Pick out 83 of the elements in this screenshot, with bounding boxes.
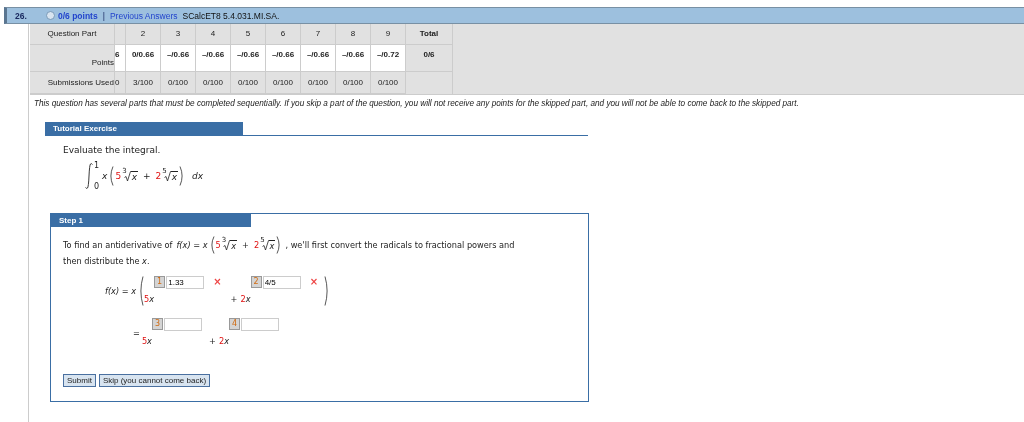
lower-limit: 0 [94,182,100,191]
exponent-input[interactable]: 1.33 [166,276,205,289]
coefficient: 5 [215,240,221,250]
equation-lead: = [133,328,140,338]
table-cell: 0/100 [335,71,371,94]
row-label: Points [30,44,115,72]
plus-sign: + [242,240,249,250]
differential: dx [192,171,204,181]
coefficient: 2 [253,240,260,250]
exponent-input[interactable] [241,318,280,331]
left-parenthesis [108,166,115,186]
section-title: Tutorial Exercise [45,122,243,135]
radical-sign [163,170,171,182]
coefficient: 5 [115,171,122,181]
table-header: 6 [265,24,301,45]
right-parenthesis [324,276,331,306]
left-parenthesis [208,236,215,254]
table-header: 8 [335,24,371,45]
table-header: 7 [300,24,336,45]
incorrect-mark: × [309,276,319,288]
math-variable: x [224,336,229,346]
table-header: 5 [230,24,266,45]
submit-button[interactable]: Submit [63,374,96,387]
coefficient: 5 [144,294,150,304]
table-header: 2 [125,24,161,45]
math-variable: x [147,336,152,346]
radicand: x [130,170,138,182]
table-cell: 6 [114,44,126,72]
radicand: x [230,239,238,251]
equation-lead: f(x) = x [105,286,137,296]
part-number: 4 [229,318,241,330]
integral-sign [85,163,93,189]
table-cell: 0/100 [160,71,196,94]
table-cell: 0/6 [405,44,453,72]
math-variable: x [149,294,155,304]
step-text: then distribute the x. [63,256,151,266]
coefficient: 2 [240,294,246,304]
radicand: x [170,170,179,182]
separator: | [102,10,105,21]
exponent-input[interactable]: 4/5 [262,276,301,289]
table-header: Total [405,24,453,45]
question-code: SCalcET8 5.4.031.MI.SA. [182,10,280,21]
table-cell: 0 [114,71,126,94]
radical-sign [261,239,269,251]
table-cell: 0/100 [195,71,231,94]
part-number: 2 [250,276,262,288]
coefficient: 2 [155,171,162,181]
table-header: Question Part [30,24,115,45]
step-text: , we'll first convert the radicals to fractional powers and [285,240,515,250]
points-label: 0/6 points [58,10,98,21]
skip-button[interactable]: Skip (you cannot come back) [98,374,211,387]
part-number: 1 [154,276,166,288]
table-header: 4 [195,24,231,45]
coefficient: 5 [141,336,148,346]
prompt-text: Evaluate the integral. [63,145,162,155]
plus-sign: + [209,336,216,346]
plus-sign: + [230,294,238,304]
right-parenthesis [179,166,186,186]
question-number: 26. [14,10,28,21]
table-cell: 0/100 [265,71,301,94]
radicand: x [268,239,276,251]
plus-sign: + [142,171,151,181]
incorrect-mark: × [213,276,222,288]
table-header: 3 [160,24,196,45]
exponent-input[interactable] [164,318,203,331]
table-cell: 0/100 [230,71,266,94]
coefficient: 2 [218,336,225,346]
step-text: To find an antiderivative of [63,240,173,250]
function-expression: f(x) = x [176,240,208,250]
table-cell: 3/100 [125,71,161,94]
upper-limit: 1 [94,161,100,170]
table-cell: 0/100 [370,71,406,94]
collapse-icon[interactable] [46,11,55,20]
row-label: Submissions Used [30,71,115,94]
math-variable: x [102,171,108,181]
math-variable: x [245,294,251,304]
table-header: 9 [370,24,406,45]
instruction-text: This question has several parts that must be completed sequentially. If you skip a part of the question, you will not receive any points for the skipped part, and you will not be able to come back to the skipped part. [34,99,800,108]
previous-answers-link[interactable]: Previous Answers [109,10,178,21]
part-number: 3 [151,318,164,330]
right-parenthesis [276,236,283,254]
section-title: Step 1 [51,214,251,227]
table-cell: 0/100 [300,71,336,94]
